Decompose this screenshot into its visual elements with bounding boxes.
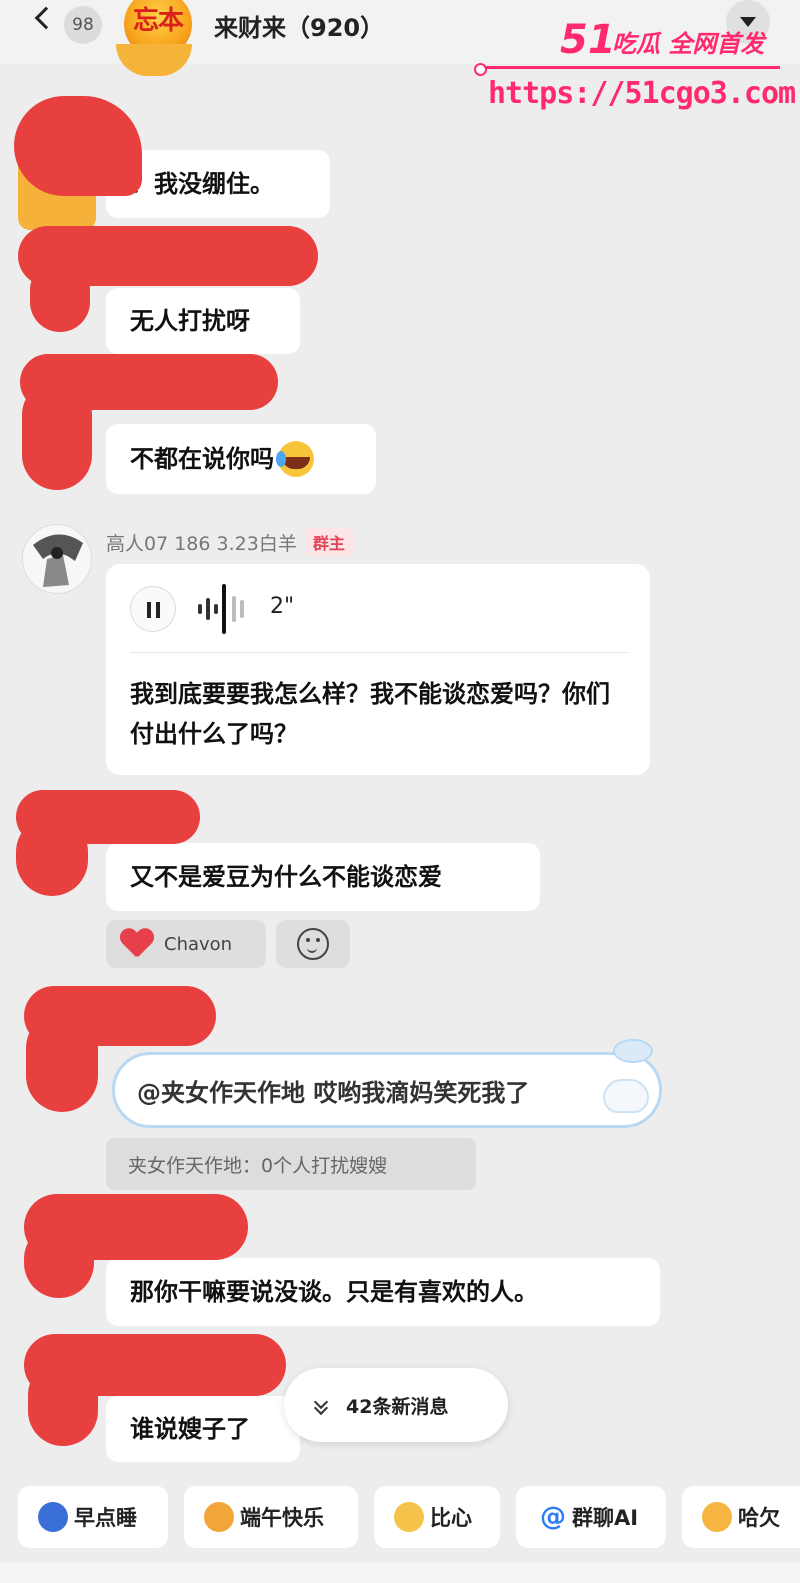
redaction-mark	[24, 1224, 94, 1298]
unread-count-badge: 98	[64, 6, 102, 44]
quick-reply-label: 群聊AI	[572, 1506, 639, 1530]
watermark-number: 51	[560, 17, 616, 63]
seal-decoration-icon	[603, 1079, 649, 1113]
waveform-bar	[232, 596, 236, 622]
quick-reply-chip[interactable]: 哈欠	[682, 1486, 800, 1548]
waveform-bar	[214, 604, 218, 614]
fish-decoration-icon	[613, 1039, 653, 1063]
group-avatar-text: 忘本	[132, 6, 184, 36]
watermark-url: https://51cgo3.com	[488, 76, 796, 111]
message-text: @夹女作天作地 哎哟我滴妈笑死我了	[137, 1073, 529, 1108]
quick-reply-chip[interactable]: 端午快乐	[184, 1486, 358, 1548]
redaction-mark	[30, 260, 90, 332]
back-button[interactable]: 98	[28, 6, 108, 46]
sender-avatar-partial[interactable]	[116, 44, 192, 76]
mention-link[interactable]: @夹女作天作地	[137, 1079, 305, 1107]
message-text: 无人打扰呀	[130, 307, 250, 335]
sender-meta: 高人07 186 3.23白羊 群主	[106, 528, 353, 556]
message-bubble[interactable]: 不都在说你吗	[106, 424, 376, 494]
watermark-divider	[474, 63, 780, 76]
message-bubble-cloud[interactable]: @夹女作天作地 哎哟我滴妈笑死我了	[112, 1039, 662, 1128]
redaction-mark	[28, 1360, 98, 1446]
pause-button[interactable]	[130, 586, 176, 632]
message-body: 哎哟我滴妈笑死我了	[305, 1079, 530, 1107]
back-chevron-icon	[34, 6, 58, 30]
heart-hands-emoji-icon	[394, 1502, 424, 1532]
smiley-icon	[297, 928, 329, 960]
chat-title[interactable]: 来财来（920）	[214, 8, 384, 43]
message-bubble[interactable]: 谁说嫂子了	[106, 1396, 300, 1462]
dragon-emoji-icon	[204, 1502, 234, 1532]
redaction-mark	[26, 1012, 98, 1112]
reaction-chip[interactable]: Chavon	[106, 920, 266, 968]
sleep-emoji-icon	[38, 1502, 68, 1532]
double-chevron-down-icon	[314, 1397, 328, 1413]
add-reaction-button[interactable]	[276, 920, 350, 968]
message-text: 又不是爱豆为什么不能谈恋爱	[130, 863, 442, 891]
waveform-bar	[206, 598, 210, 620]
at-icon: @	[540, 1502, 566, 1532]
sender-avatar[interactable]	[22, 524, 92, 594]
watermark-brand: 51 吃瓜 全网首发	[560, 18, 790, 62]
heart-icon	[120, 929, 154, 959]
message-text: 那你干嘛要说没谈。只是有喜欢的人。	[130, 1278, 538, 1306]
message-text: ？我没绷住。	[130, 170, 274, 198]
waveform-bar	[240, 600, 244, 618]
message-bubble[interactable]: 又不是爱豆为什么不能谈恋爱	[106, 843, 540, 911]
quick-reply-chip[interactable]: @ 群聊AI	[516, 1486, 666, 1548]
waveform-bar	[198, 604, 202, 614]
pause-icon-bar	[156, 602, 160, 618]
quick-reply-bar: 早点睡 端午快乐 比心 @ 群聊AI 哈欠	[0, 1478, 800, 1558]
pause-icon	[147, 602, 151, 618]
redaction-mark	[16, 816, 88, 896]
message-text: 谁说嫂子了	[130, 1415, 250, 1443]
quick-reply-label: 早点睡	[74, 1506, 137, 1530]
divider	[130, 652, 628, 653]
message-bubble[interactable]: 那你干嘛要说没谈。只是有喜欢的人。	[106, 1258, 660, 1326]
voice-message-card[interactable]: 2" 我到底要要我怎么样？我不能谈恋爱吗？你们付出什么了吗？	[106, 564, 650, 775]
avatar-illustration-icon	[33, 534, 83, 587]
redaction-mark	[22, 380, 92, 490]
message-text: 不都在说你吗	[130, 445, 274, 473]
watermark-tagline: 吃瓜 全网首发	[612, 30, 765, 58]
input-area-edge	[0, 1562, 800, 1583]
quick-reply-label: 端午快乐	[240, 1506, 324, 1530]
quick-reply-label: 比心	[430, 1506, 472, 1530]
laughing-crying-emoji-icon	[276, 441, 314, 477]
message-bubble[interactable]: 无人打扰呀	[106, 288, 300, 354]
voice-duration: 2"	[270, 594, 295, 619]
reaction-user: Chavon	[164, 933, 233, 955]
new-messages-button[interactable]: 42条新消息	[284, 1368, 508, 1442]
playhead[interactable]	[222, 584, 226, 634]
quoted-reply[interactable]: 夹女作天作地：0个人打扰嫂嫂	[106, 1138, 476, 1190]
voice-transcript: 我到底要要我怎么样？我不能谈恋爱吗？你们付出什么了吗？	[130, 680, 610, 748]
quick-reply-chip[interactable]: 比心	[374, 1486, 500, 1548]
group-owner-badge: 群主	[304, 528, 353, 556]
sender-name[interactable]: 高人07 186 3.23白羊	[106, 529, 297, 556]
new-messages-label: 42条新消息	[346, 1395, 449, 1418]
redaction-mark	[14, 96, 142, 196]
quick-reply-chip[interactable]: 早点睡	[18, 1486, 168, 1548]
yawn-emoji-icon	[702, 1502, 732, 1532]
quick-reply-label: 哈欠	[738, 1506, 780, 1530]
